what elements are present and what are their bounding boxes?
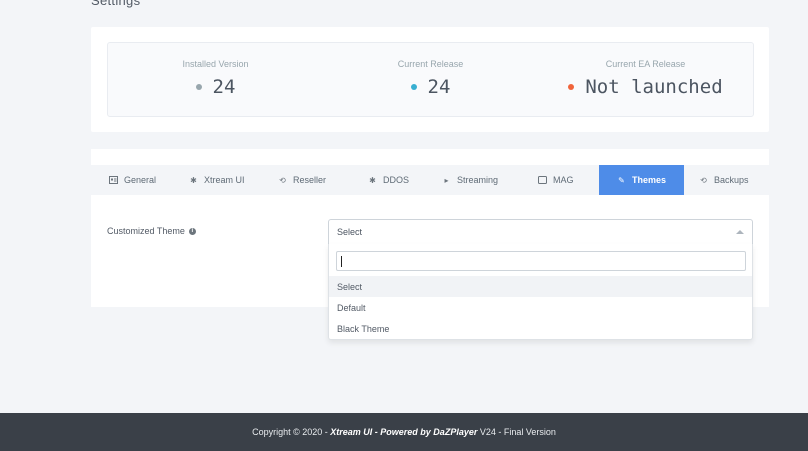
brush-icon: ✎ <box>618 175 625 185</box>
footer-prefix: Copyright © 2020 - <box>252 427 331 437</box>
theme-select[interactable]: Select <box>328 219 753 245</box>
tab-label: Xtream UI <box>204 175 245 185</box>
tv-icon <box>538 176 547 185</box>
tab-backups[interactable]: ⟲ Backups <box>699 165 749 195</box>
stat-value: 24 <box>212 76 236 98</box>
stat-current-ea-release: Current EA Release Not launched <box>538 43 753 116</box>
dropdown-option-select[interactable]: Select <box>329 276 752 297</box>
settings-tab-bar: General ✱ Xtream UI ⟲ Reseller ✱ DDOS ▸ … <box>91 165 769 195</box>
stat-current-release: Current Release 24 <box>323 43 538 116</box>
footer-brand: Xtream UI - Powered by DaZPlayer <box>330 427 478 437</box>
tab-label: MAG <box>553 175 574 185</box>
footer: Copyright © 2020 - Xtream UI - Powered b… <box>0 413 808 451</box>
status-dot-icon <box>195 84 202 90</box>
tab-label: Reseller <box>293 175 327 185</box>
gear-icon: ✱ <box>369 175 376 185</box>
stat-value: Not launched <box>585 76 723 98</box>
info-icon[interactable]: i <box>188 227 196 235</box>
stat-value: 24 <box>427 76 451 98</box>
version-stats-panel: Installed Version 24 Current Release 24 … <box>107 42 754 117</box>
stat-label: Current EA Release <box>605 59 686 69</box>
stat-label: Installed Version <box>182 59 249 69</box>
gear-icon: ✱ <box>190 175 197 185</box>
chevron-up-icon <box>736 230 744 234</box>
tab-ddos[interactable]: ✱ DDOS <box>368 165 409 195</box>
footer-suffix: V24 - Final Version <box>477 427 556 437</box>
tab-streaming[interactable]: ▸ Streaming <box>442 165 498 195</box>
tab-label: Themes <box>631 175 666 185</box>
play-icon: ▸ <box>444 175 449 185</box>
tab-general[interactable]: General <box>109 165 156 195</box>
theme-select-value: Select <box>337 227 363 237</box>
text-cursor <box>341 256 342 267</box>
tab-xtream-ui[interactable]: ✱ Xtream UI <box>189 165 245 195</box>
page-title: Settings <box>91 0 141 8</box>
id-card-icon <box>109 176 118 185</box>
dropdown-option-default[interactable]: Default <box>329 297 752 318</box>
arrow-loop-icon: ⟲ <box>279 175 286 185</box>
tab-label: General <box>124 175 157 185</box>
tab-label: DDOS <box>383 175 410 185</box>
status-dot-icon <box>410 84 417 90</box>
history-icon: ⟲ <box>700 175 707 185</box>
tab-label: Streaming <box>457 175 499 185</box>
stat-label: Current Release <box>397 59 464 69</box>
dropdown-search-input[interactable] <box>336 251 746 271</box>
theme-select-dropdown: Select Default Black Theme <box>328 244 753 340</box>
tab-mag[interactable]: MAG <box>538 165 574 195</box>
dropdown-option-black-theme[interactable]: Black Theme <box>329 318 752 339</box>
status-dot-icon <box>568 84 575 90</box>
tab-label: Backups <box>714 175 749 185</box>
stat-installed-version: Installed Version 24 <box>108 43 323 116</box>
version-stats-card: Installed Version 24 Current Release 24 … <box>91 27 769 132</box>
tab-reseller[interactable]: ⟲ Reseller <box>278 165 326 195</box>
field-label-text: Customized Theme <box>107 226 185 236</box>
customized-theme-label: Customized Theme i <box>107 226 196 236</box>
tab-themes[interactable]: ✎ Themes <box>599 165 684 195</box>
